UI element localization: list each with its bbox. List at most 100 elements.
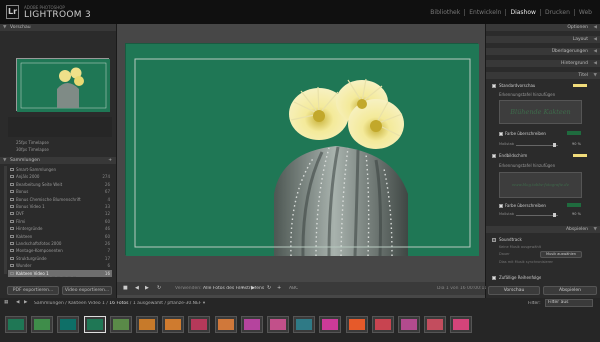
outro-color-override-checkbox[interactable] [499, 203, 503, 209]
module-diashow[interactable]: Diashow [505, 9, 539, 16]
play-button[interactable]: Abspielen [543, 286, 597, 295]
collections-scrollbar[interactable] [4, 166, 7, 274]
forward-arrow-icon[interactable]: ▶ [24, 300, 27, 305]
grid-view-icon[interactable]: ▦ [4, 300, 8, 305]
collection-item[interactable]: Bonus 67 [8, 188, 112, 195]
breadcrumb-path[interactable]: Sammlungen / Kakteen Video 1 / [34, 301, 109, 306]
collection-item[interactable]: Montage-Komponenten 7 [8, 247, 112, 254]
filmstrip-thumbnail[interactable] [267, 316, 289, 333]
slide-preview-thumbnail [16, 58, 110, 112]
thumbnail-image [243, 319, 260, 330]
intro-color-override-checkbox[interactable] [499, 131, 503, 137]
random-order-checkbox[interactable] [492, 275, 496, 281]
soundtrack-checkbox[interactable] [492, 237, 496, 243]
collection-item[interactable]: Anjäls 2000 274 [8, 173, 112, 180]
collection-item[interactable]: Bonus Chemische Blumenschrift 4 [8, 196, 112, 203]
section-background[interactable]: Hintergrund ◀ [486, 60, 600, 67]
filmstrip-thumbnail[interactable] [57, 316, 80, 333]
section-playback[interactable]: Abspielen ▼ [486, 226, 600, 233]
filter-select[interactable]: Filter aus [545, 299, 593, 307]
preview-panel-header[interactable]: ▼ Vorschau [0, 24, 116, 31]
filmstrip-thumbnail[interactable] [450, 316, 473, 333]
outro-color-swatch[interactable] [573, 154, 587, 157]
filmstrip-thumbnail[interactable] [371, 316, 394, 333]
cactus-slide-image [126, 44, 479, 257]
preview-button[interactable]: Vorschau [488, 286, 540, 295]
module-drucken[interactable]: Drucken [539, 9, 574, 16]
collection-item[interactable]: Filmi 60 [8, 218, 112, 225]
rotate-right-icon[interactable]: ↻ [267, 285, 271, 291]
pdf-export-button[interactable]: PDF exportieren... [7, 286, 59, 295]
template-browser [8, 117, 112, 137]
collection-name: Anjäls 2000 [16, 174, 40, 180]
stop-icon[interactable]: ■ [123, 285, 128, 291]
collection-item[interactable]: DVF 12 [8, 210, 112, 217]
intro-identity-plate[interactable]: Blühende Kakteen [499, 100, 582, 124]
video-export-button[interactable]: Video exportieren... [62, 286, 112, 295]
intro-override-color-swatch[interactable] [567, 131, 581, 135]
filmstrip-thumbnail[interactable] [345, 316, 368, 333]
filmstrip-thumbnail[interactable] [109, 316, 132, 333]
section-layout[interactable]: Layout ◀ [486, 36, 600, 43]
collection-item[interactable]: Kakteen 60 [8, 233, 112, 240]
filmstrip-thumbnail[interactable] [319, 316, 342, 333]
smart-collections-item[interactable]: Smart-Sammlungen [8, 166, 112, 173]
choose-music-button[interactable]: Musik auswählen [540, 251, 582, 258]
section-titles[interactable]: Titel ▼ [486, 72, 600, 79]
filmstrip-thumbnail[interactable] [162, 316, 185, 333]
filmstrip-thumbnail[interactable] [5, 316, 27, 333]
text-overlay-label[interactable]: ABC [289, 286, 298, 291]
collection-item[interactable]: Landschaftsfotos 2000 26 [8, 240, 112, 247]
filmstrip-thumbnail[interactable] [83, 316, 106, 333]
outro-identity-plate[interactable]: www.blog.tobbe-fotografie.de [499, 172, 582, 198]
filmstrip-thumbnail[interactable] [31, 316, 54, 333]
collection-item[interactable]: Hintergründe 46 [8, 225, 112, 232]
add-text-icon[interactable]: + [277, 285, 281, 291]
use-select-arrow-icon[interactable]: ÷ [241, 286, 245, 291]
next-slide-icon[interactable]: ▶ [145, 285, 149, 291]
add-collection-icon[interactable]: + [108, 157, 112, 164]
collection-item[interactable]: Bonus Video 1 33 [8, 203, 112, 210]
collection-name: Smart-Sammlungen [16, 167, 57, 172]
outro-checkbox[interactable] [492, 153, 496, 159]
template-item[interactable]: 25fps Timelapse [16, 140, 112, 145]
collections-panel-header[interactable]: ▼ Sammlungen + [0, 157, 116, 164]
outro-override-color-swatch[interactable] [567, 203, 581, 207]
intro-scale-slider-knob[interactable] [553, 143, 556, 147]
filmstrip-thumbnail[interactable] [240, 316, 263, 333]
filmstrip-thumbnail[interactable] [214, 316, 237, 333]
collection-item[interactable]: Wunder 6 [8, 262, 112, 269]
slide-counter: Dia 1 von 16 00:00:11 [437, 286, 488, 291]
outro-scale-slider-knob[interactable] [553, 213, 556, 217]
module-web[interactable]: Web [573, 9, 596, 16]
filmstrip-thumbnail[interactable] [398, 316, 420, 333]
intro-color-swatch[interactable] [573, 84, 587, 87]
filmstrip-thumbnail[interactable] [136, 316, 158, 333]
filter-label: Filter: [528, 301, 541, 306]
rotate-icon[interactable]: ↻ [157, 285, 161, 291]
collection-item[interactable]: Strukturgründe 17 [8, 255, 112, 262]
duration-label: Dauer [499, 252, 510, 256]
play-icon[interactable]: ▶ [251, 285, 255, 291]
preview-panel-label: Vorschau [10, 25, 31, 30]
template-item[interactable]: 30fps Timelapse [16, 147, 112, 152]
outro-label: Endbildschirm [499, 153, 528, 158]
intro-scale-slider[interactable] [516, 145, 558, 146]
selection-info[interactable]: / 1 ausgewählt / pflanze-30.NEF ▾ [129, 301, 205, 306]
filmstrip-thumbnail[interactable] [424, 316, 447, 333]
back-arrow-icon[interactable]: ◀ [16, 300, 19, 305]
intro-checkbox[interactable] [492, 83, 496, 89]
collection-item[interactable]: Bearbeitung Seite Weit 26 [8, 181, 112, 188]
intro-id-plate-label: Erkennungstafel hinzufügen [499, 92, 556, 97]
section-overlays[interactable]: Überlagerungen ◀ [486, 48, 600, 55]
section-background-label: Hintergrund [560, 61, 588, 66]
module-entwickeln[interactable]: Entwickeln [464, 9, 505, 16]
filmstrip-thumbnail[interactable] [188, 316, 211, 333]
filmstrip-thumbnail[interactable] [293, 316, 316, 333]
use-select[interactable]: Alle Fotos des Filmstreifens [203, 286, 264, 291]
module-bibliothek[interactable]: Bibliothek [426, 9, 464, 16]
previous-slide-icon[interactable]: ◀ [135, 285, 139, 291]
slide-canvas[interactable] [125, 43, 479, 257]
outro-scale-slider[interactable] [516, 215, 558, 216]
section-options[interactable]: Optionen ◀ [486, 24, 600, 31]
